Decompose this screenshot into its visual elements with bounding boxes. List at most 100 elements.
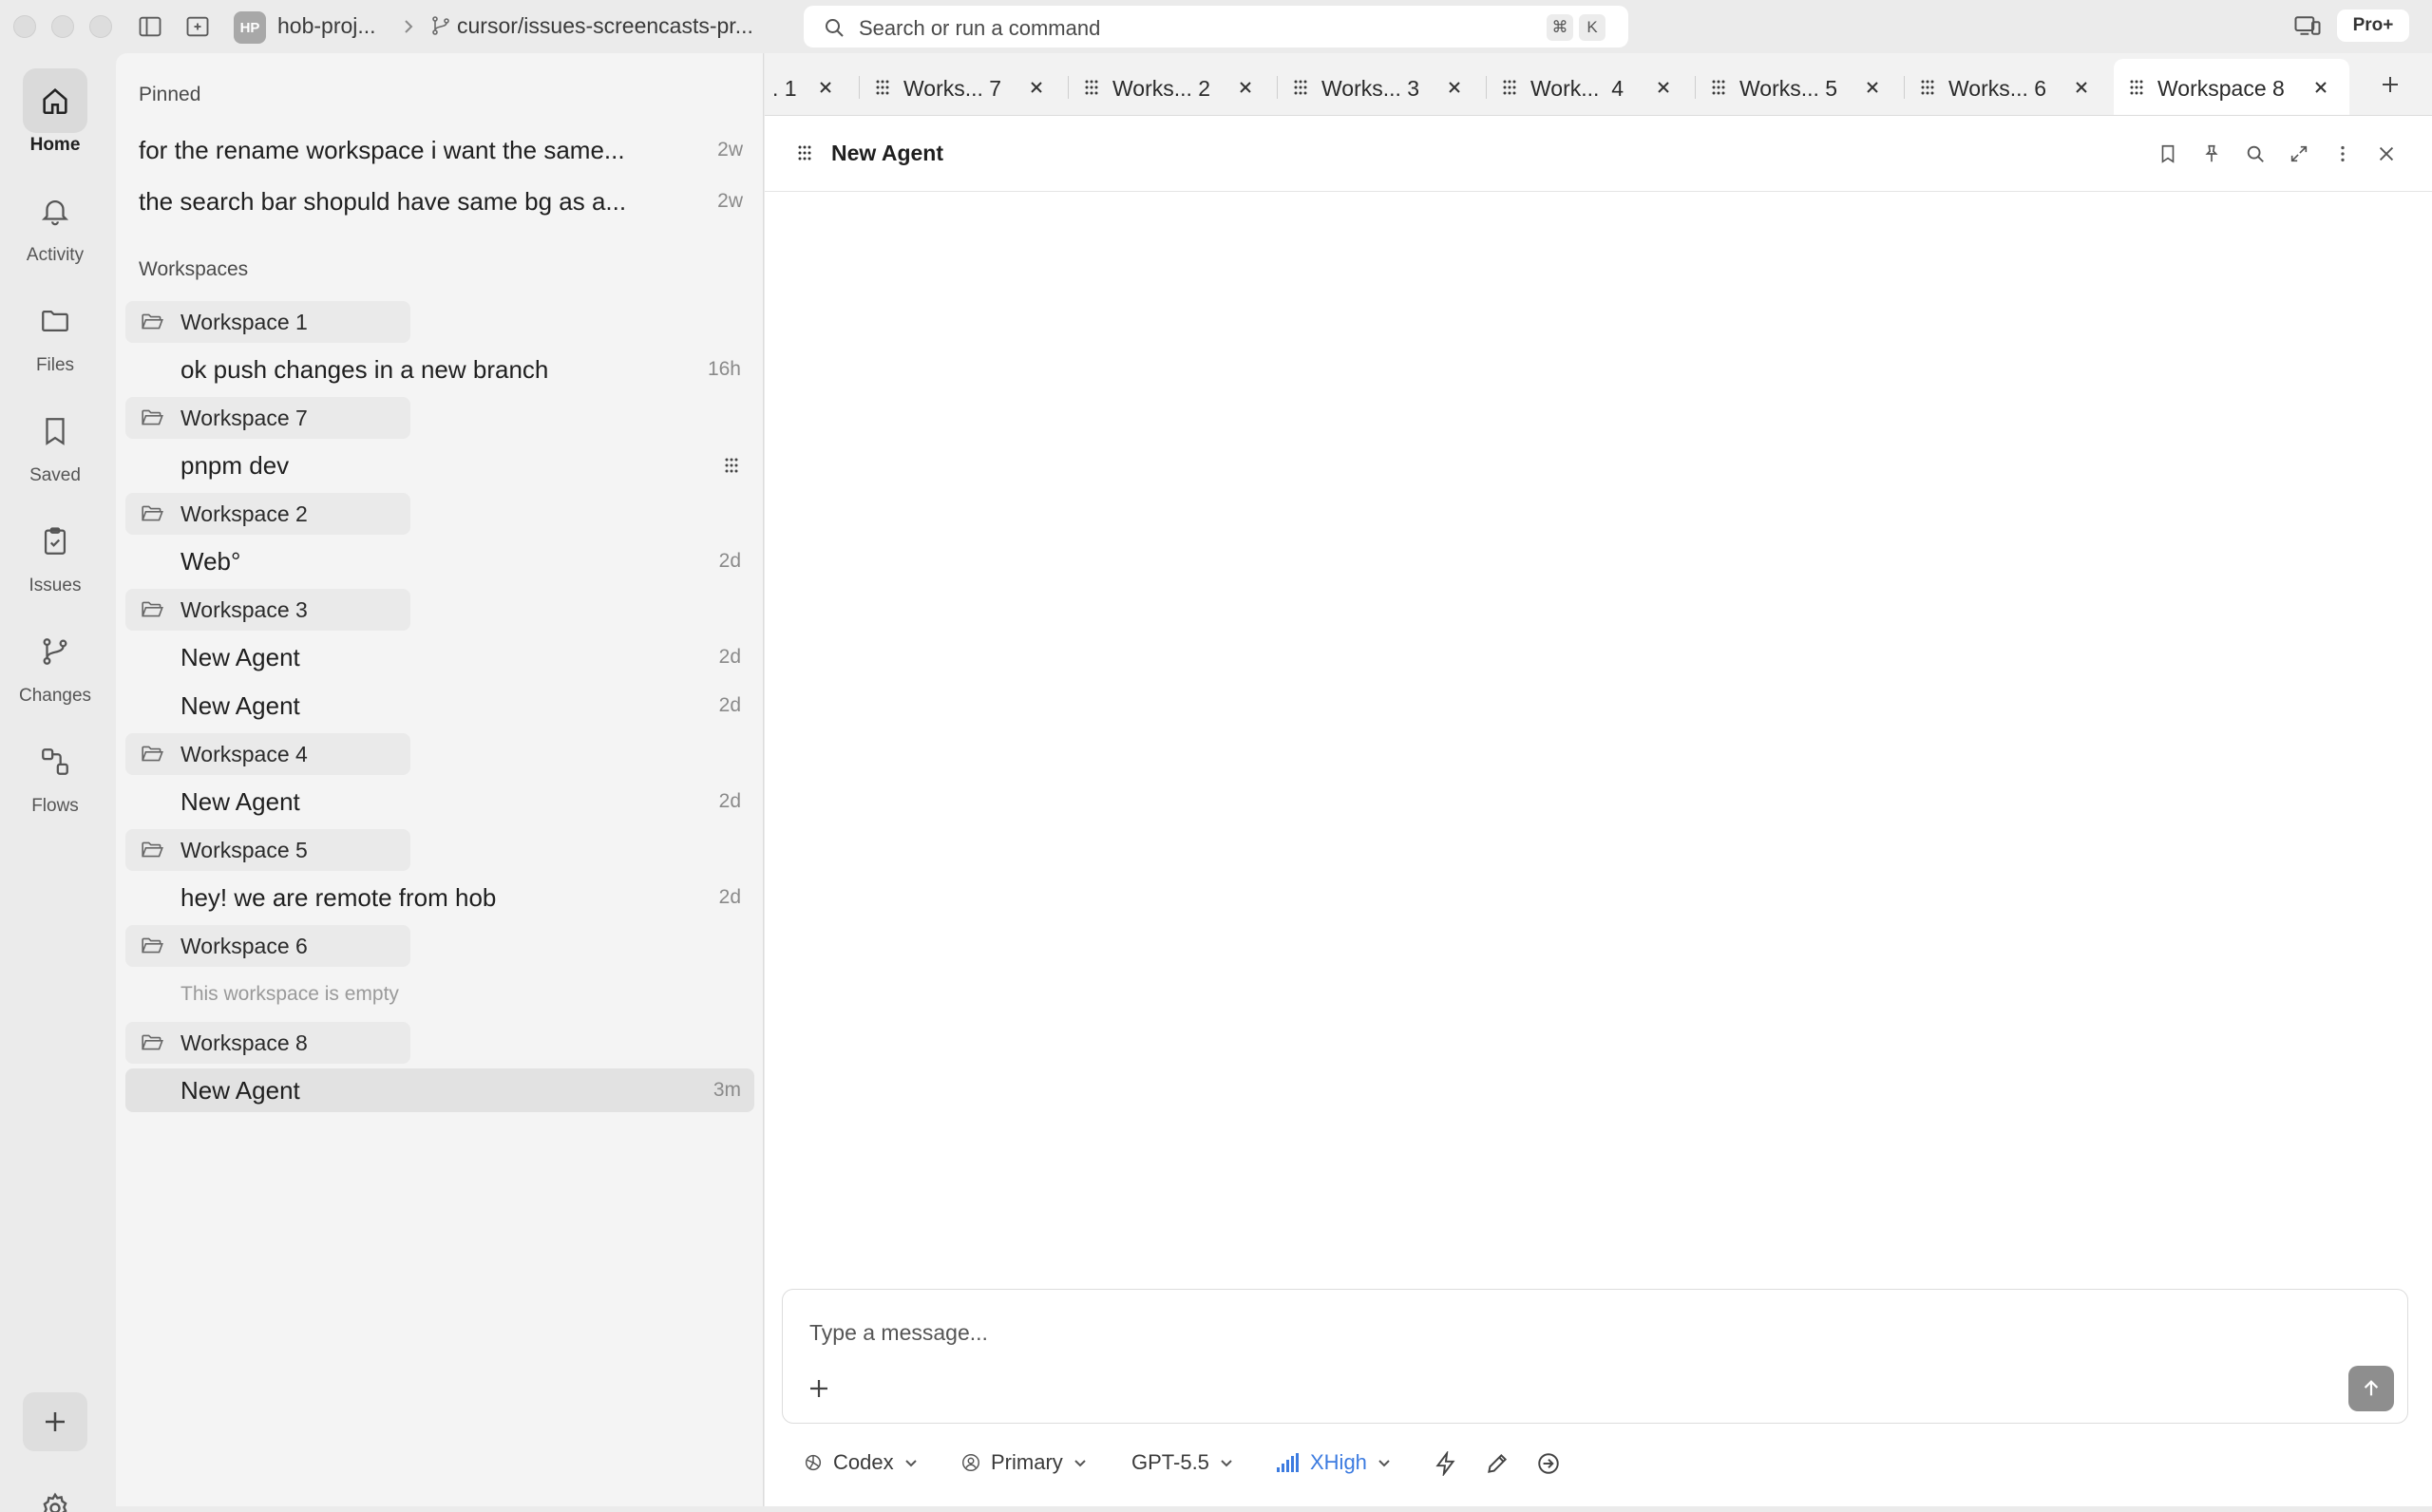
devices-icon[interactable] <box>2293 11 2322 40</box>
agent-row[interactable]: New Agent 2d <box>125 780 754 823</box>
window-minimize-button[interactable] <box>51 15 74 38</box>
attach-plus-icon[interactable] <box>808 1377 830 1400</box>
send-button[interactable] <box>2348 1366 2394 1411</box>
search-icon <box>823 16 846 39</box>
project-name[interactable]: hob-proj... <box>277 13 376 39</box>
plan-badge[interactable]: Pro+ <box>2337 9 2409 42</box>
rail-item-files[interactable]: Files <box>0 289 110 384</box>
rail-item-activity[interactable]: Activity <box>0 179 110 274</box>
chevron-down-icon <box>1219 1455 1234 1470</box>
more-options-icon[interactable] <box>2332 142 2353 165</box>
agent-row[interactable]: pnpm dev <box>125 444 754 487</box>
workspace-row[interactable]: Workspace 4 <box>125 733 410 775</box>
rail-item-home[interactable]: Home <box>0 68 110 163</box>
agent-row[interactable]: New Agent 3m <box>125 1068 754 1112</box>
toggle-sidebar-icon[interactable] <box>135 11 165 42</box>
chevron-down-icon <box>1377 1455 1392 1470</box>
gear-icon[interactable] <box>38 1491 72 1512</box>
profile-selector[interactable]: Primary <box>960 1447 1088 1478</box>
close-icon[interactable] <box>2074 80 2089 95</box>
pinned-item[interactable]: the search bar shopuld have same bg as a… <box>139 180 743 222</box>
pencil-icon[interactable] <box>1485 1451 1510 1476</box>
terminal-grid-icon <box>1502 79 1517 96</box>
branch-name[interactable]: cursor/issues-screencasts-pr... <box>457 13 761 39</box>
bookmark-icon[interactable] <box>2157 142 2178 165</box>
folder-open-icon <box>141 503 165 524</box>
close-icon[interactable] <box>818 80 833 95</box>
tab-workspace-3[interactable]: Works... 3 <box>1278 59 1487 115</box>
tab-label: Workspace 8 <box>2157 76 2285 101</box>
pinned-item[interactable]: for the rename workspace i want the same… <box>139 129 743 171</box>
workspace-row[interactable]: Workspace 2 <box>125 493 410 535</box>
command-search-bar[interactable]: Search or run a command ⌘ K <box>804 6 1628 47</box>
agent-row[interactable]: Web° 2d <box>125 539 754 583</box>
close-icon[interactable] <box>1656 80 1671 95</box>
workspace-name: Workspace 1 <box>180 309 308 334</box>
arrow-right-circle-icon[interactable] <box>1536 1451 1561 1476</box>
window-close-button[interactable] <box>13 15 36 38</box>
rail-item-saved[interactable]: Saved <box>0 399 110 494</box>
new-tab-button[interactable] <box>2380 74 2401 95</box>
tab-label: Work... 4 <box>1530 76 1624 101</box>
folder-open-icon <box>141 407 165 428</box>
terminal-grid-icon <box>797 144 812 161</box>
close-icon[interactable] <box>1238 80 1253 95</box>
workspace-name: Workspace 2 <box>180 501 308 526</box>
agent-title: New Agent <box>180 690 300 720</box>
workspace-row[interactable]: Workspace 5 <box>125 829 410 871</box>
folder-open-icon <box>141 840 165 860</box>
pinned-item-time: 2w <box>717 190 743 212</box>
effort-selector[interactable]: XHigh <box>1276 1447 1392 1478</box>
tab-workspace-6[interactable]: Works... 6 <box>1905 59 2114 115</box>
lightning-icon[interactable] <box>1434 1451 1458 1476</box>
agent-row[interactable]: New Agent 2d <box>125 635 754 679</box>
workspace-row[interactable]: Workspace 1 <box>125 301 410 343</box>
terminal-grid-icon <box>1293 79 1308 96</box>
project-avatar[interactable]: HP <box>234 11 266 44</box>
openai-logo-icon <box>803 1452 824 1473</box>
pinned-item-text: for the rename workspace i want the same… <box>139 135 625 164</box>
close-icon[interactable] <box>1029 80 1044 95</box>
agent-row[interactable]: ok push changes in a new branch 16h <box>125 348 754 391</box>
window-zoom-button[interactable] <box>89 15 112 38</box>
profile-label: Primary <box>991 1450 1063 1474</box>
rail-label: Home <box>29 135 81 155</box>
tab-workspace-1[interactable]: . 1 <box>765 59 860 115</box>
workspace-name: Workspace 8 <box>180 1030 308 1055</box>
tab-workspace-8[interactable]: Workspace 8 <box>2114 59 2349 115</box>
message-composer[interactable]: Type a message... <box>782 1289 2408 1424</box>
composer-toolbar: Codex Primary GPT-5.5 XHigh <box>765 1440 2432 1485</box>
agent-row[interactable]: New Agent 2d <box>125 684 754 728</box>
main-panel: . 1 Works... 7 Works... 2 Works... 3 Wor… <box>765 53 2432 1506</box>
search-icon[interactable] <box>2245 142 2266 165</box>
workspace-row[interactable]: Workspace 7 <box>125 397 410 439</box>
tab-workspace-4[interactable]: Work... 4 <box>1487 59 1696 115</box>
agent-time: 2d <box>718 550 741 572</box>
message-input-placeholder[interactable]: Type a message... <box>809 1320 988 1346</box>
close-icon[interactable] <box>1865 80 1880 95</box>
git-branch-icon <box>429 13 452 38</box>
workspace-row[interactable]: Workspace 6 <box>125 925 410 967</box>
rail-item-flows[interactable]: Flows <box>0 729 110 824</box>
model-selector[interactable]: GPT-5.5 <box>1131 1447 1234 1478</box>
flows-icon <box>23 729 87 794</box>
add-button[interactable] <box>23 1392 87 1451</box>
agent-title: New Agent <box>180 786 300 816</box>
workspace-row[interactable]: Workspace 3 <box>125 589 410 631</box>
close-icon[interactable] <box>2313 80 2328 95</box>
tab-workspace-7[interactable]: Works... 7 <box>860 59 1069 115</box>
tab-workspace-5[interactable]: Works... 5 <box>1696 59 1905 115</box>
workspace-row[interactable]: Workspace 8 <box>125 1022 410 1064</box>
expand-icon[interactable] <box>2289 142 2309 165</box>
close-icon[interactable] <box>2376 142 2397 165</box>
agent-title: hey! we are remote from hob <box>180 882 497 912</box>
agent-row[interactable]: hey! we are remote from hob 2d <box>125 876 754 919</box>
tab-workspace-2[interactable]: Works... 2 <box>1069 59 1278 115</box>
close-icon[interactable] <box>1447 80 1462 95</box>
rail-item-issues[interactable]: Issues <box>0 509 110 604</box>
engine-selector[interactable]: Codex <box>803 1447 919 1478</box>
pin-icon[interactable] <box>2201 142 2222 165</box>
new-window-icon[interactable] <box>182 11 213 42</box>
pinned-item-time: 2w <box>717 139 743 161</box>
rail-item-changes[interactable]: Changes <box>0 619 110 714</box>
